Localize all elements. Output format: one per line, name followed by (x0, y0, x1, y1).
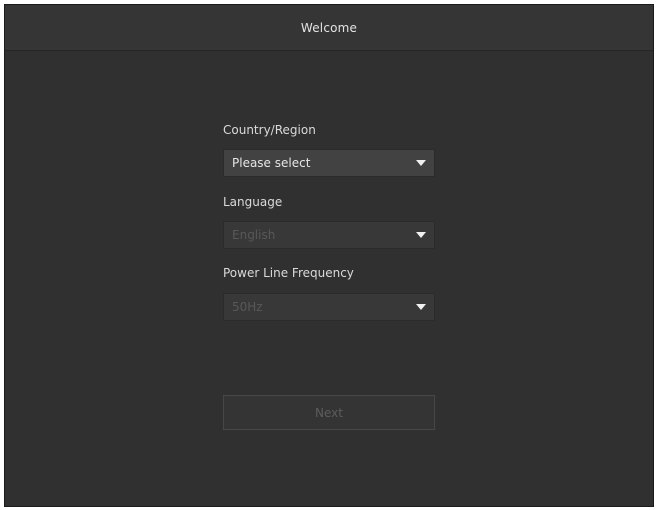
welcome-dialog: Welcome Country/Region Please select Lan… (4, 4, 654, 507)
country-region-label: Country/Region (223, 123, 316, 137)
caret-down-icon (416, 232, 426, 238)
next-button[interactable]: Next (223, 395, 435, 430)
title-bar: Welcome (5, 5, 653, 51)
language-label: Language (223, 195, 283, 209)
country-region-value: Please select (232, 156, 311, 170)
language-value: English (232, 228, 276, 242)
country-region-select[interactable]: Please select (223, 149, 435, 177)
power-line-frequency-select[interactable]: 50Hz (223, 293, 435, 321)
power-line-frequency-value: 50Hz (232, 300, 263, 314)
dialog-title: Welcome (300, 20, 358, 35)
power-line-frequency-label: Power Line Frequency (223, 266, 354, 280)
language-select[interactable]: English (223, 221, 435, 249)
caret-down-icon (416, 304, 426, 310)
caret-down-icon (416, 160, 426, 166)
